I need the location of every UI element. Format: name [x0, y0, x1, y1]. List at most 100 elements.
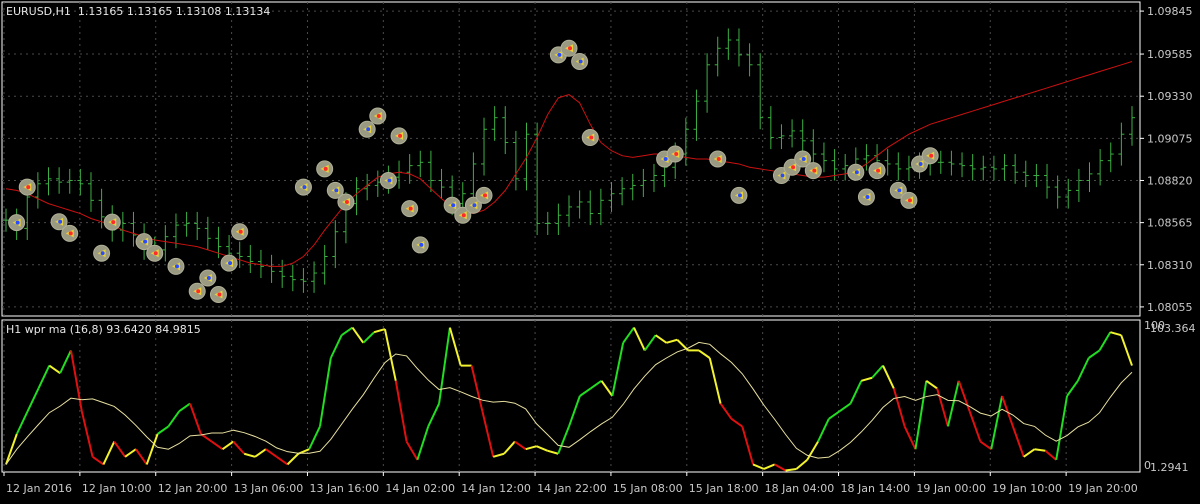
price-bar[interactable]	[576, 190, 583, 219]
price-bar[interactable]	[204, 216, 211, 250]
signal-marker[interactable]	[316, 160, 334, 178]
price-bar[interactable]	[566, 195, 572, 227]
price-bar[interactable]	[311, 261, 318, 293]
price-bar[interactable]	[1129, 106, 1135, 146]
price-bar[interactable]	[895, 152, 902, 181]
price-bar[interactable]	[1033, 163, 1040, 188]
signal-marker[interactable]	[220, 254, 238, 272]
signal-marker[interactable]	[61, 224, 79, 242]
price-bar[interactable]	[863, 144, 870, 171]
chart-window[interactable]: 1.09845 1.09585 1.09330 1.09075 1.08820 1.085…	[0, 0, 1200, 500]
signal-marker[interactable]	[900, 191, 918, 209]
price-bar[interactable]	[778, 124, 785, 150]
price-bar[interactable]	[905, 155, 912, 181]
chart-canvas[interactable]: 1.09845 1.09585 1.09330 1.09075 1.08820 1.085…	[0, 0, 1200, 500]
price-bar[interactable]	[693, 89, 700, 141]
signal-marker[interactable]	[804, 162, 822, 180]
price-bar[interactable]	[1044, 163, 1051, 199]
price-bar[interactable]	[77, 168, 84, 196]
signal-marker[interactable]	[666, 145, 684, 163]
price-bar[interactable]	[704, 53, 711, 113]
price-bar[interactable]	[980, 155, 987, 181]
price-bar[interactable]	[374, 170, 381, 198]
signal-marker[interactable]	[411, 236, 429, 254]
price-bar[interactable]	[427, 150, 434, 193]
price-bar[interactable]	[735, 28, 742, 67]
price-bar[interactable]	[481, 117, 488, 176]
price-bar[interactable]	[1022, 160, 1029, 188]
price-bar[interactable]	[842, 154, 849, 181]
signal-marker[interactable]	[868, 162, 886, 180]
price-bar[interactable]	[555, 203, 562, 236]
price-bar[interactable]	[1086, 162, 1093, 193]
price-bar[interactable]	[820, 142, 827, 173]
signal-marker[interactable]	[93, 244, 111, 262]
price-bar[interactable]	[884, 149, 891, 176]
price-bar[interactable]	[544, 211, 551, 236]
price-bar[interactable]	[502, 106, 509, 155]
price-bar[interactable]	[247, 244, 254, 274]
price-bar[interactable]	[87, 172, 94, 212]
signal-marker[interactable]	[390, 127, 408, 145]
price-bar[interactable]	[162, 225, 169, 262]
price-bar[interactable]	[948, 150, 955, 176]
signal-marker[interactable]	[709, 150, 727, 168]
price-bar[interactable]	[438, 168, 445, 199]
price-bar[interactable]	[396, 160, 403, 189]
price-bar[interactable]	[587, 190, 594, 226]
signal-marker[interactable]	[103, 213, 121, 231]
signal-marker[interactable]	[146, 244, 164, 262]
price-bar[interactable]	[990, 155, 997, 181]
signal-marker[interactable]	[8, 214, 26, 232]
signal-marker[interactable]	[401, 200, 419, 218]
signal-marker[interactable]	[730, 186, 748, 204]
signal-marker[interactable]	[921, 147, 939, 165]
price-bar[interactable]	[194, 211, 201, 240]
price-bar[interactable]	[969, 154, 976, 181]
price-bar[interactable]	[682, 117, 689, 166]
price-bar[interactable]	[619, 177, 626, 206]
price-bar[interactable]	[268, 254, 275, 283]
price-bar[interactable]	[332, 220, 339, 269]
price-bar[interactable]	[640, 168, 647, 198]
price-bar[interactable]	[767, 106, 774, 150]
signal-marker[interactable]	[337, 193, 355, 211]
price-bar[interactable]	[725, 28, 732, 60]
signal-marker[interactable]	[358, 120, 376, 138]
price-bar[interactable]	[289, 264, 296, 292]
price-bar[interactable]	[236, 241, 243, 269]
signal-marker[interactable]	[857, 188, 875, 206]
signal-marker[interactable]	[581, 129, 599, 147]
price-bar[interactable]	[937, 150, 944, 174]
price-bar[interactable]	[491, 106, 498, 141]
price-bar[interactable]	[1107, 142, 1114, 173]
signal-marker[interactable]	[188, 282, 206, 300]
price-pane[interactable]	[3, 28, 1135, 304]
price-bar[interactable]	[300, 268, 307, 293]
price-bar[interactable]	[34, 172, 41, 209]
price-bar[interactable]	[1118, 122, 1125, 166]
price-bar[interactable]	[406, 154, 413, 184]
price-bar[interactable]	[746, 43, 753, 77]
signal-marker[interactable]	[571, 52, 589, 70]
price-bar[interactable]	[183, 211, 190, 237]
price-bar[interactable]	[789, 119, 796, 148]
price-bar[interactable]	[512, 130, 519, 191]
price-bar[interactable]	[1001, 154, 1008, 181]
price-bar[interactable]	[130, 211, 137, 247]
signal-marker[interactable]	[209, 286, 227, 304]
price-bar[interactable]	[608, 182, 615, 212]
price-bar[interactable]	[757, 53, 764, 130]
signal-marker[interactable]	[369, 107, 387, 125]
price-bar[interactable]	[417, 150, 424, 178]
price-bar[interactable]	[597, 188, 604, 226]
price-bar[interactable]	[714, 36, 721, 77]
price-bar[interactable]	[629, 173, 636, 201]
price-bar[interactable]	[66, 168, 73, 194]
signal-marker[interactable]	[167, 257, 185, 275]
price-bar[interactable]	[959, 152, 966, 178]
price-bar[interactable]	[799, 119, 806, 153]
price-bar[interactable]	[1097, 149, 1104, 186]
signal-marker[interactable]	[294, 178, 312, 196]
price-bar[interactable]	[650, 163, 657, 193]
